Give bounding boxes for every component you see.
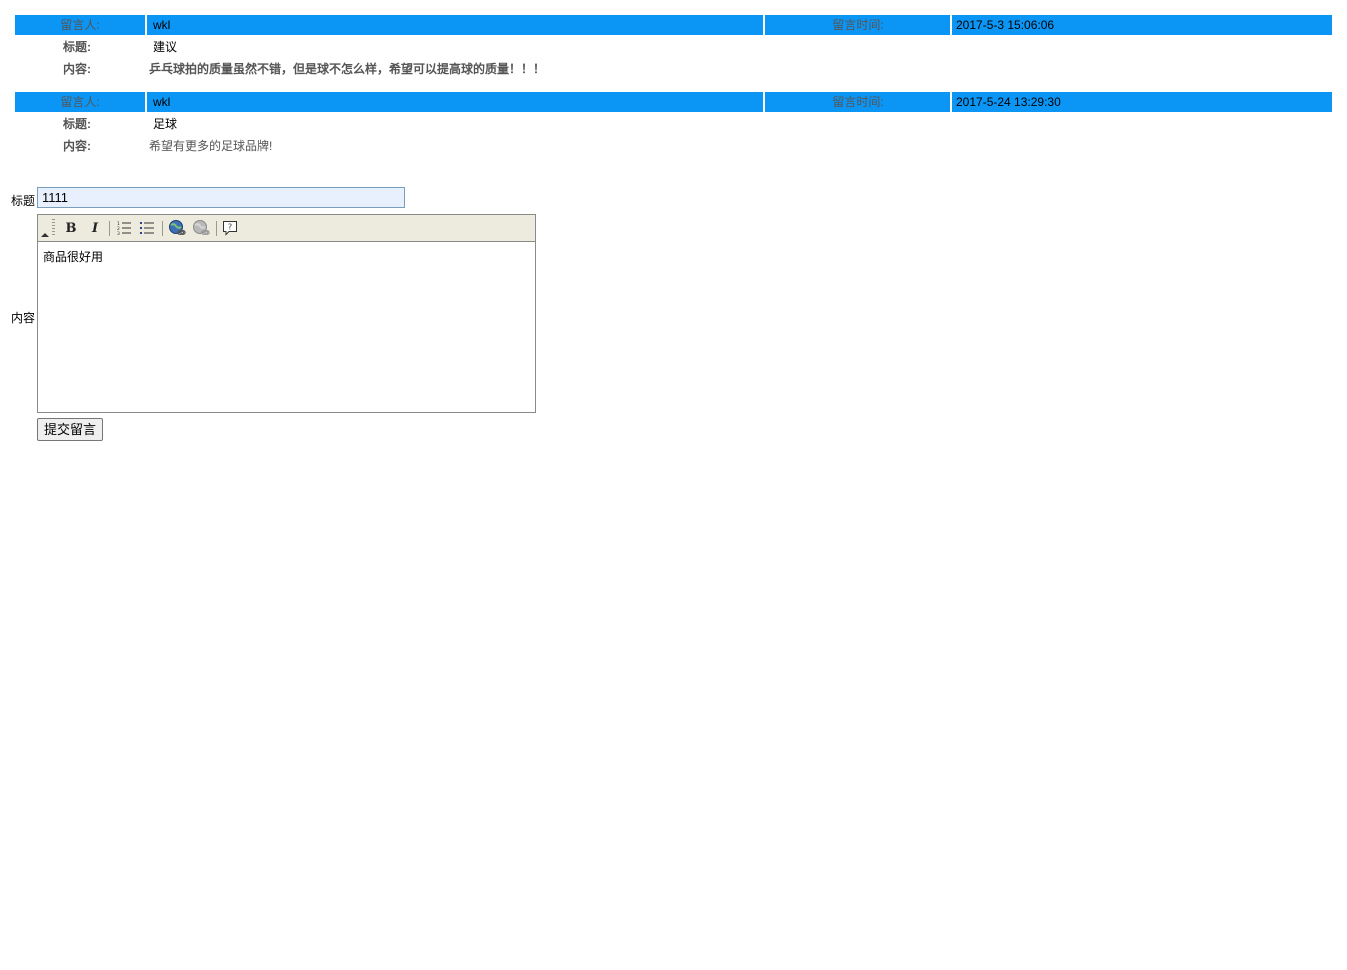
- ordered-list-button[interactable]: 1 2 3: [114, 218, 134, 238]
- author-value: wkl: [153, 18, 171, 32]
- time-value: 2017-5-3 15:06:06: [956, 18, 1055, 32]
- form-content-label: 内容: [11, 311, 36, 325]
- time-label: 留言时间:: [832, 95, 884, 109]
- author-value: wkl: [153, 95, 171, 109]
- italic-button[interactable]: I: [85, 218, 105, 238]
- divider: [145, 15, 147, 35]
- title-value: 建议: [153, 40, 178, 54]
- italic-icon: I: [91, 220, 99, 236]
- content-value: 希望有更多的足球品牌!: [149, 139, 273, 153]
- ordered-list-icon: 1 2 3: [117, 221, 131, 236]
- bold-icon: B: [65, 220, 77, 236]
- content-label: 内容:: [63, 139, 91, 153]
- toolbar-separator: [162, 221, 163, 236]
- title-label: 标题:: [63, 117, 91, 131]
- content-value: 乒乓球拍的质量虽然不错，但是球不怎么样，希望可以提高球的质量！！！: [149, 62, 546, 76]
- help-icon: ?: [223, 221, 237, 236]
- help-button[interactable]: ?: [220, 218, 240, 238]
- insert-link-icon: [169, 220, 186, 235]
- remove-link-button[interactable]: [191, 218, 211, 238]
- divider: [763, 15, 765, 35]
- title-input[interactable]: [37, 187, 405, 208]
- collapse-toolbar-icon[interactable]: [41, 233, 49, 237]
- message-block: 留言人: wkl 留言时间: 2017-5-24 13:29:30 标题: 足球…: [15, 92, 1332, 157]
- time-value: 2017-5-24 13:29:30: [956, 95, 1061, 109]
- svg-text:?: ?: [228, 223, 232, 232]
- author-label: 留言人:: [60, 95, 100, 109]
- content-editor[interactable]: 商品很好用: [38, 242, 535, 412]
- unordered-list-icon: [140, 222, 154, 234]
- divider: [950, 92, 952, 112]
- submit-message-button[interactable]: 提交留言: [37, 418, 104, 441]
- toolbar-separator: [109, 221, 110, 236]
- page: 留言人: wkl 留言时间: 2017-5-3 15:06:06 标题: 建议 …: [0, 0, 1347, 970]
- bold-button[interactable]: B: [61, 218, 81, 238]
- divider: [145, 92, 147, 112]
- rich-text-editor: B I 1 2 3 ? 商品很好用: [37, 214, 536, 413]
- title-label: 标题:: [63, 40, 91, 54]
- unordered-list-button[interactable]: [137, 218, 157, 238]
- title-row: 标题: 建议: [15, 36, 1332, 58]
- content-row: 内容: 乒乓球拍的质量虽然不错，但是球不怎么样，希望可以提高球的质量！！！: [15, 58, 1332, 80]
- content-label: 内容:: [63, 62, 91, 76]
- title-value: 足球: [153, 117, 178, 131]
- form-title-label: 标题: [11, 194, 36, 208]
- insert-link-button[interactable]: [167, 218, 187, 238]
- title-row: 标题: 足球: [15, 113, 1332, 135]
- divider: [950, 15, 952, 35]
- toolbar-separator: [216, 221, 217, 236]
- remove-link-icon: [193, 220, 210, 235]
- time-label: 留言时间:: [832, 18, 884, 32]
- message-header: 留言人: wkl 留言时间: 2017-5-24 13:29:30: [15, 92, 1332, 113]
- message-block: 留言人: wkl 留言时间: 2017-5-3 15:06:06 标题: 建议 …: [15, 15, 1332, 80]
- divider: [763, 92, 765, 112]
- author-label: 留言人:: [60, 18, 100, 32]
- content-row: 内容: 希望有更多的足球品牌!: [15, 135, 1332, 157]
- toolbar-grip: [52, 219, 55, 237]
- svg-text:3: 3: [117, 231, 120, 236]
- message-header: 留言人: wkl 留言时间: 2017-5-3 15:06:06: [15, 15, 1332, 36]
- editor-toolbar: B I 1 2 3 ?: [38, 215, 535, 242]
